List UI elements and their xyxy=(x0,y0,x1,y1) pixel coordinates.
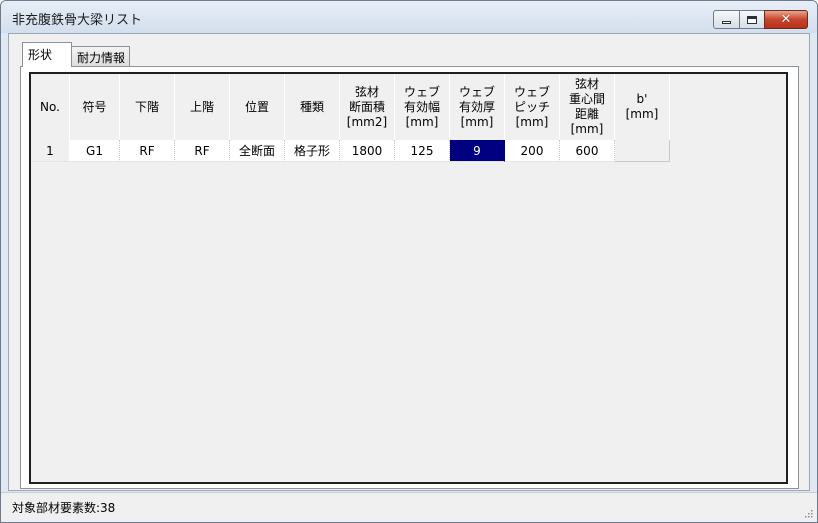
col-header-label: ウェブ ピッチ [mm] xyxy=(513,84,550,129)
grid-cell-chord-distance[interactable]: 600 xyxy=(560,140,615,162)
close-icon: ✕ xyxy=(780,12,792,27)
col-header-position[interactable]: 位置 xyxy=(230,74,285,140)
col-header-label: 位置 xyxy=(244,99,269,114)
col-header-label: 種類 xyxy=(299,99,324,114)
col-header-label: ウェブ 有効幅 [mm] xyxy=(403,84,440,129)
col-header-chord-distance[interactable]: 弦材 重心間 距離 [mm] xyxy=(560,74,615,140)
col-header-label: No. xyxy=(40,99,60,114)
col-header-label: 符号 xyxy=(82,99,107,114)
row-header[interactable]: 1 xyxy=(31,140,70,162)
close-button[interactable]: ✕ xyxy=(764,10,808,29)
col-header-label: 上階 xyxy=(189,99,214,114)
grid-cell-lower-floor[interactable]: RF xyxy=(120,140,175,162)
col-header-label: b' [mm] xyxy=(625,92,659,121)
tab-panel-shape: No. 1 符号 G1 下階 RF 上階 RF 位置全断面 種類格子形 弦材 断面積 [mm2] 18… xyxy=(20,66,799,489)
col-header-code[interactable]: 符号 xyxy=(70,74,120,140)
grid-cell-code[interactable]: G1 xyxy=(70,140,120,162)
resize-grip-icon[interactable] xyxy=(803,508,813,518)
grid-cell-position[interactable]: 全断面 xyxy=(230,140,285,162)
col-header-web-pitch[interactable]: ウェブ ピッチ [mm] xyxy=(505,74,560,140)
grid-cell-web-pitch[interactable]: 200 xyxy=(505,140,560,162)
beam-list-grid[interactable]: No. 1 符号 G1 下階 RF 上階 RF 位置全断面 種類格子形 弦材 断面積 [mm2] 18… xyxy=(29,72,788,484)
grid-cell-web-thickness[interactable]: 9 xyxy=(450,140,505,162)
grid-cell-upper-floor[interactable]: RF xyxy=(175,140,230,162)
client-area: 形状 耐力情報 No. 1 符号 G1 下階 RF 上階 RF 位置全断面 種類格子形 弦材 断面積… xyxy=(8,33,810,491)
title-bar[interactable]: 非充腹鉄骨大梁リスト ✕ xyxy=(1,1,817,33)
grid-cell-type[interactable]: 格子形 xyxy=(285,140,340,162)
minimize-icon xyxy=(722,21,731,24)
window-title: 非充腹鉄骨大梁リスト xyxy=(12,13,143,28)
caption-buttons: ✕ xyxy=(713,10,808,29)
col-header-b-prime[interactable]: b' [mm] xyxy=(615,74,670,140)
minimize-button[interactable] xyxy=(713,10,740,29)
status-element-count: 対象部材要素数:38 xyxy=(12,501,116,515)
col-header-no[interactable]: No. xyxy=(31,74,70,140)
tab-shape[interactable]: 形状 xyxy=(22,42,72,67)
grid-cell-web-width[interactable]: 125 xyxy=(395,140,450,162)
grid-cell-b-prime[interactable] xyxy=(615,140,670,162)
col-header-label: ウェブ 有効厚 [mm] xyxy=(458,84,495,129)
col-header-type[interactable]: 種類 xyxy=(285,74,340,140)
grid-cell-chord-area[interactable]: 1800 xyxy=(340,140,395,162)
col-header-label: 弦材 重心間 距離 [mm] xyxy=(568,77,605,136)
maximize-button[interactable] xyxy=(739,10,765,29)
col-header-chord-area[interactable]: 弦材 断面積 [mm2] xyxy=(340,74,395,140)
col-header-web-width[interactable]: ウェブ 有効幅 [mm] xyxy=(395,74,450,140)
col-header-label: 弦材 断面積 [mm2] xyxy=(346,84,388,129)
col-header-label: 下階 xyxy=(134,99,159,114)
col-header-lower-floor[interactable]: 下階 xyxy=(120,74,175,140)
maximize-icon xyxy=(747,15,757,24)
status-bar: 対象部材要素数:38 xyxy=(1,492,817,522)
tab-strength-info[interactable]: 耐力情報 xyxy=(71,46,130,66)
col-header-web-thickness[interactable]: ウェブ 有効厚 [mm] xyxy=(450,74,505,140)
app-window: 非充腹鉄骨大梁リスト ✕ 形状 耐力情報 No. 1 符号 G1 下階 RF 上階 RF 位置全… xyxy=(0,0,818,523)
col-header-upper-floor[interactable]: 上階 xyxy=(175,74,230,140)
